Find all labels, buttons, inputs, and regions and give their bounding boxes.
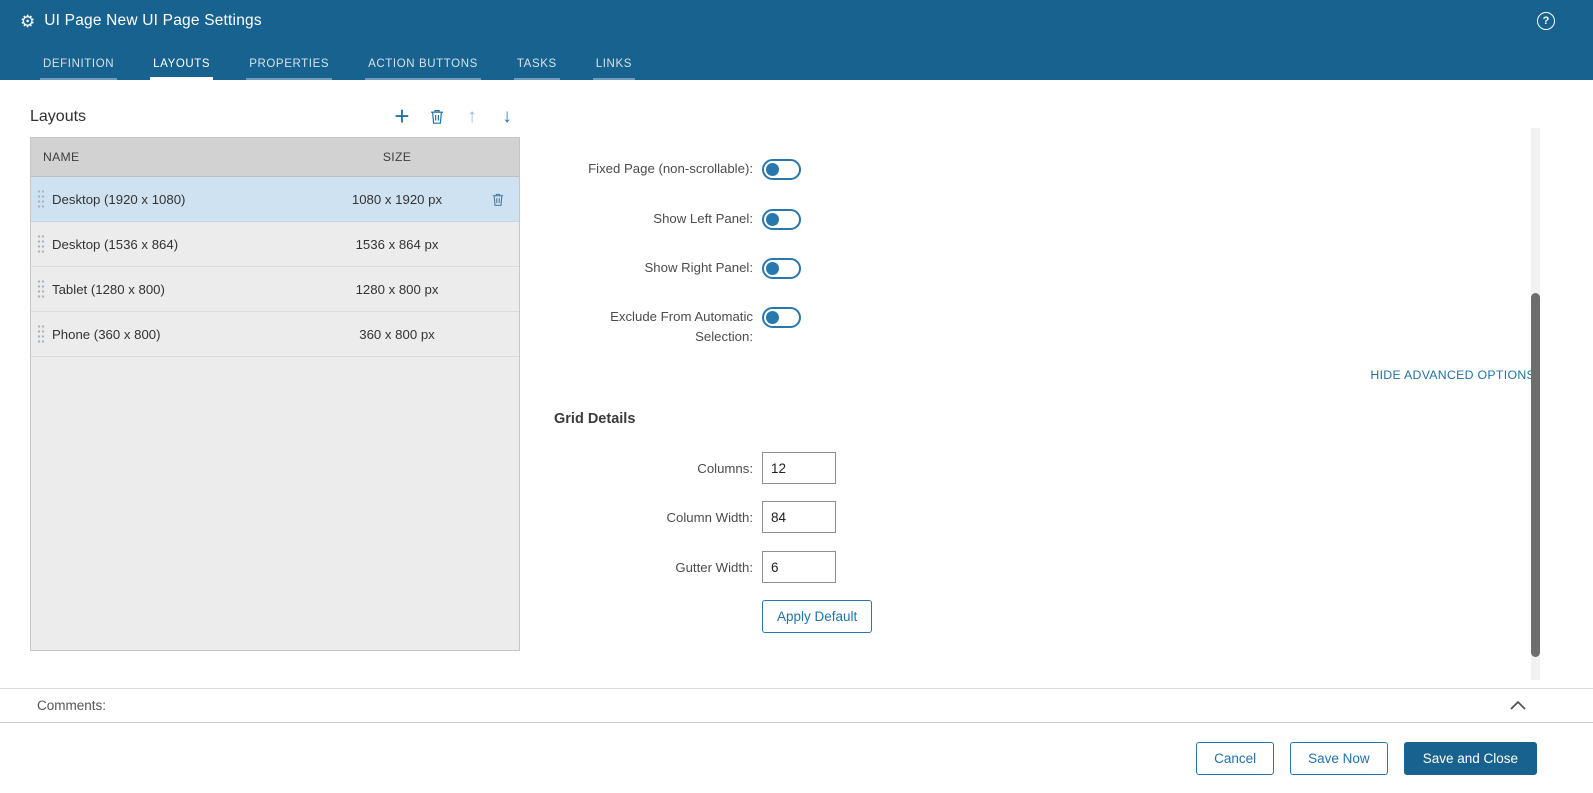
tab-action-buttons[interactable]: ACTION BUTTONS <box>365 58 481 80</box>
trash-icon <box>491 192 505 207</box>
tab-layouts[interactable]: LAYOUTS <box>150 58 214 80</box>
drag-handle[interactable] <box>37 234 45 254</box>
exclude-automatic-toggle[interactable] <box>762 307 801 328</box>
apply-default-button[interactable]: Apply Default <box>762 600 873 633</box>
toggle-knob <box>766 262 779 275</box>
arrow-up-icon: ↑ <box>467 105 477 127</box>
show-right-panel-row: Show Right Panel: <box>420 258 801 279</box>
exclude-automatic-row: Exclude From Automatic Selection: <box>420 307 801 347</box>
columns-field-row: Columns: <box>420 452 836 484</box>
show-left-panel-row: Show Left Panel: <box>420 209 801 230</box>
footer: Cancel Save Now Save and Close <box>0 723 1593 793</box>
ui-page-settings-window: ⚙ UI Page New UI Page Settings ? DEFINIT… <box>0 0 1593 793</box>
field-label: Gutter Width: <box>675 559 753 575</box>
layout-name: Tablet (1280 x 800) <box>52 281 165 297</box>
fixed-page-toggle[interactable] <box>762 159 801 180</box>
column-header-name: NAME <box>43 150 80 164</box>
gear-icon: ⚙ <box>20 11 36 31</box>
drag-handle[interactable] <box>37 189 45 209</box>
move-down-button[interactable]: ↓ <box>497 102 517 130</box>
divider <box>0 688 1593 689</box>
columns-input[interactable] <box>762 452 836 484</box>
tab-links[interactable]: LINKS <box>592 58 636 80</box>
tab-bar: DEFINITION LAYOUTS PROPERTIES ACTION BUT… <box>0 42 1593 80</box>
comments-label: Comments: <box>37 698 107 713</box>
layout-size: 1080 x 1920 px <box>351 191 443 207</box>
drag-handle[interactable] <box>37 279 45 299</box>
gutter-width-input[interactable] <box>762 551 836 583</box>
tab-properties[interactable]: PROPERTIES <box>246 58 333 80</box>
save-now-button[interactable]: Save Now <box>1290 741 1388 775</box>
toggle-knob <box>766 213 779 226</box>
toggle-label: Show Left Panel: <box>653 211 753 226</box>
show-left-panel-toggle[interactable] <box>762 209 801 230</box>
chevron-up-icon <box>1510 701 1526 710</box>
trash-icon <box>429 108 445 125</box>
delete-layout-button[interactable] <box>427 102 447 130</box>
arrow-down-icon: ↓ <box>502 105 512 127</box>
comments-collapse-button[interactable] <box>1510 701 1526 710</box>
drag-handle[interactable] <box>37 324 45 344</box>
move-up-button[interactable]: ↑ <box>462 102 482 130</box>
field-label: Column Width: <box>666 509 753 525</box>
column-width-field-row: Column Width: <box>420 501 836 533</box>
grid-details-heading: Grid Details <box>554 411 636 427</box>
delete-row-button[interactable] <box>491 192 505 207</box>
tab-tasks[interactable]: TASKS <box>513 58 560 80</box>
field-label: Columns: <box>697 460 753 476</box>
help-icon[interactable]: ? <box>1537 12 1555 30</box>
layouts-toolbar: + ↑ ↓ <box>392 102 517 130</box>
header: ⚙ UI Page New UI Page Settings ? <box>0 0 1593 42</box>
layout-size: 1280 x 800 px <box>355 281 439 297</box>
layout-size: 1536 x 864 px <box>355 236 439 252</box>
column-width-input[interactable] <box>762 501 836 533</box>
save-and-close-button[interactable]: Save and Close <box>1403 741 1537 775</box>
layout-name: Phone (360 x 800) <box>52 326 161 342</box>
toggle-label: Show Right Panel: <box>644 260 754 275</box>
cancel-button[interactable]: Cancel <box>1196 741 1275 775</box>
show-right-panel-toggle[interactable] <box>762 258 801 279</box>
gutter-width-field-row: Gutter Width: <box>420 551 836 583</box>
hide-advanced-options-link[interactable]: HIDE ADVANCED OPTIONS <box>1370 368 1535 382</box>
tab-definition[interactable]: DEFINITION <box>40 58 118 80</box>
scrollbar-thumb[interactable] <box>1531 293 1540 657</box>
layout-name: Desktop (1536 x 864) <box>52 236 179 252</box>
add-layout-button[interactable]: + <box>392 102 412 130</box>
layout-name: Desktop (1920 x 1080) <box>52 191 186 207</box>
toggle-label: Fixed Page (non-scrollable): <box>588 161 753 176</box>
row-actions <box>477 192 519 207</box>
page-title: UI Page New UI Page Settings <box>44 12 262 29</box>
plus-icon: + <box>394 101 410 131</box>
layouts-heading: Layouts <box>30 108 87 125</box>
toggle-knob <box>766 311 779 324</box>
toggle-label: Exclude From Automatic Selection: <box>610 309 753 344</box>
fixed-page-row: Fixed Page (non-scrollable): <box>420 159 801 180</box>
toggle-knob <box>766 163 779 176</box>
